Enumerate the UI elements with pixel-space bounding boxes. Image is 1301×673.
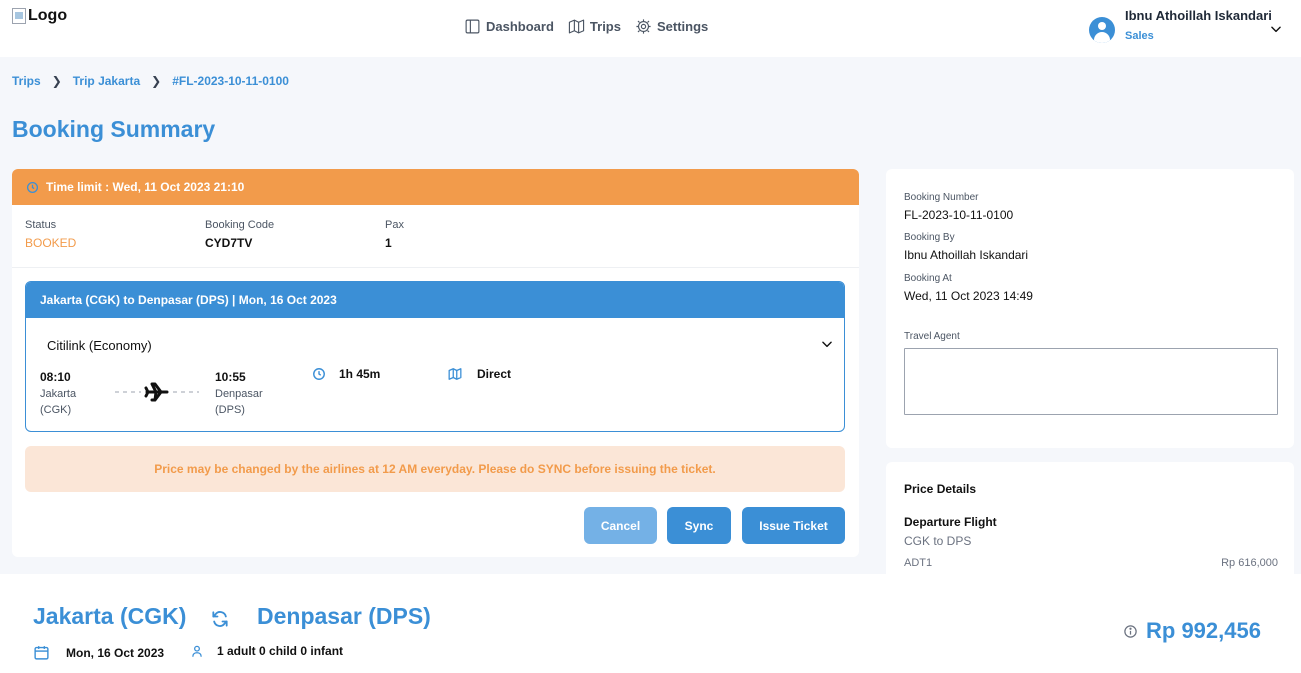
flight-duration: 1h 45m <box>312 367 380 381</box>
clock-icon <box>26 181 39 193</box>
total-price[interactable]: Rp 992,456 <box>1123 618 1261 644</box>
departure-city: Jakarta <box>40 388 77 400</box>
chevron-right-icon: ❯ <box>151 74 162 88</box>
user-menu[interactable]: Ibnu Athoillah Iskandari Sales <box>1089 8 1281 43</box>
travel-agent-label: Travel Agent <box>904 331 960 342</box>
breadcrumb-trip[interactable]: Trip Jakarta <box>73 74 140 88</box>
user-icon <box>192 645 202 657</box>
issue-ticket-button[interactable]: Issue Ticket <box>742 507 845 544</box>
nav-settings[interactable]: Settings <box>635 18 708 35</box>
booking-info-row: Status BOOKED Booking Code CYD7TV Pax 1 <box>12 205 859 268</box>
nav-trips-label: Trips <box>589 19 621 34</box>
broken-image-icon <box>12 8 26 24</box>
arrival-city: Denpasar <box>215 388 263 400</box>
flight-segment: Jakarta (CGK) to Denpasar (DPS) | Mon, 1… <box>25 281 845 432</box>
booking-at-field: Booking At Wed, 11 Oct 2023 14:49 <box>904 273 1033 303</box>
origin-city: Jakarta (CGK) <box>33 603 187 629</box>
clock-icon <box>313 368 325 380</box>
chevron-right-icon: ❯ <box>51 74 62 88</box>
airplane-icon <box>115 382 199 402</box>
destination-city: Denpasar (DPS) <box>257 603 431 629</box>
status-field: Status BOOKED <box>25 219 76 250</box>
swap-icon[interactable] <box>210 609 230 629</box>
booking-number-value: FL-2023-10-11-0100 <box>904 208 1014 222</box>
passenger-count-text: 1 adult 0 child 0 infant <box>217 644 344 658</box>
status-label: Status <box>25 219 57 231</box>
status-badge: BOOKED <box>25 236 77 250</box>
pax-field: Pax 1 <box>385 219 404 250</box>
info-icon[interactable] <box>1123 624 1138 639</box>
booking-code-field: Booking Code CYD7TV <box>205 219 274 250</box>
arrival-code: (DPS) <box>215 404 245 416</box>
logo-alt-text: Logo <box>28 7 68 24</box>
travel-date: Mon, 16 Oct 2023 <box>33 644 164 661</box>
chevron-down-icon[interactable] <box>820 337 834 351</box>
booking-by-value: Ibnu Athoillah Iskandari <box>904 248 1029 262</box>
stops-text: Direct <box>477 367 512 381</box>
map-icon <box>448 368 462 380</box>
booking-by-label: Booking By <box>904 232 955 243</box>
user-role: Sales <box>1125 30 1154 42</box>
user-name: Ibnu Athoillah Iskandari <box>1125 8 1272 23</box>
sync-button[interactable]: Sync <box>667 507 731 544</box>
travel-agent-field[interactable] <box>904 348 1278 415</box>
departure-time: 08:10 <box>40 370 71 384</box>
main-nav: Dashboard Trips Settings <box>464 18 708 35</box>
top-navbar: Logo Dashboard Trips Settings Ibnu Athoi… <box>0 0 1301 57</box>
pax-value: 1 <box>385 236 392 250</box>
calendar-icon <box>34 646 49 660</box>
booking-number-label: Booking Number <box>904 192 979 203</box>
travel-agent-label-wrap: Travel Agent <box>904 331 960 342</box>
breadcrumb-trips[interactable]: Trips <box>12 74 41 88</box>
booking-number-field: Booking Number FL-2023-10-11-0100 <box>904 192 1013 222</box>
nav-trips[interactable]: Trips <box>568 18 621 35</box>
page-title: Booking Summary <box>12 116 216 142</box>
map-icon <box>568 19 585 34</box>
logo[interactable]: Logo <box>12 7 67 25</box>
airline-name: Citilink (Economy) <box>47 338 152 353</box>
flight-stops: Direct <box>448 367 511 381</box>
time-limit-banner: Time limit : Wed, 11 Oct 2023 21:10 <box>12 169 859 205</box>
booking-code-value: CYD7TV <box>205 236 253 250</box>
arrival-time: 10:55 <box>215 370 246 384</box>
travel-date-text: Mon, 16 Oct 2023 <box>66 645 165 660</box>
price-details-card: Price Details Departure Flight CGK to DP… <box>886 462 1294 582</box>
time-limit-text: Time limit : Wed, 11 Oct 2023 21:10 <box>46 180 245 194</box>
booking-at-label: Booking At <box>904 273 952 284</box>
pax-type: ADT1 <box>904 557 933 569</box>
price-details-title: Price Details <box>904 482 977 496</box>
booking-details-card: Booking Number FL-2023-10-11-0100 Bookin… <box>886 169 1294 448</box>
chevron-down-icon[interactable] <box>1269 22 1283 36</box>
departure-info: 08:10 Jakarta (CGK) <box>40 369 76 418</box>
flight-heading: Jakarta (CGK) to Denpasar (DPS) | Mon, 1… <box>26 282 844 318</box>
booking-by-field: Booking By Ibnu Athoillah Iskandari <box>904 232 1028 262</box>
duration-text: 1h 45m <box>339 367 381 381</box>
pax-price: Rp 616,000 <box>1221 557 1278 569</box>
nav-settings-label: Settings <box>656 19 709 34</box>
breadcrumb: Trips ❯ Trip Jakarta ❯ #FL-2023-10-11-01… <box>12 74 289 88</box>
departure-route: CGK to DPS <box>904 534 972 548</box>
dashboard-icon <box>465 19 480 34</box>
departure-flight-title: Departure Flight <box>904 515 997 529</box>
trip-summary-bar: Jakarta (CGK) Denpasar (DPS) Mon, 16 Oct… <box>0 574 1301 673</box>
departure-code: (CGK) <box>40 404 72 416</box>
cancel-button[interactable]: Cancel <box>584 507 657 544</box>
total-price-value: Rp 992,456 <box>1146 618 1261 643</box>
arrival-info: 10:55 Denpasar (DPS) <box>215 369 263 418</box>
booking-code-label: Booking Code <box>205 219 275 231</box>
breadcrumb-booking[interactable]: #FL-2023-10-11-0100 <box>172 74 289 88</box>
nav-dashboard-label: Dashboard <box>486 19 554 34</box>
price-warning-notice: Price may be changed by the airlines at … <box>25 446 845 492</box>
avatar <box>1089 17 1115 43</box>
gear-icon <box>636 19 651 34</box>
pax-label: Pax <box>385 219 404 231</box>
booking-at-value: Wed, 11 Oct 2023 14:49 <box>904 289 1033 303</box>
nav-dashboard[interactable]: Dashboard <box>464 18 554 35</box>
passenger-count: 1 adult 0 child 0 infant <box>190 644 343 658</box>
booking-card: Time limit : Wed, 11 Oct 2023 21:10 Stat… <box>12 169 859 557</box>
